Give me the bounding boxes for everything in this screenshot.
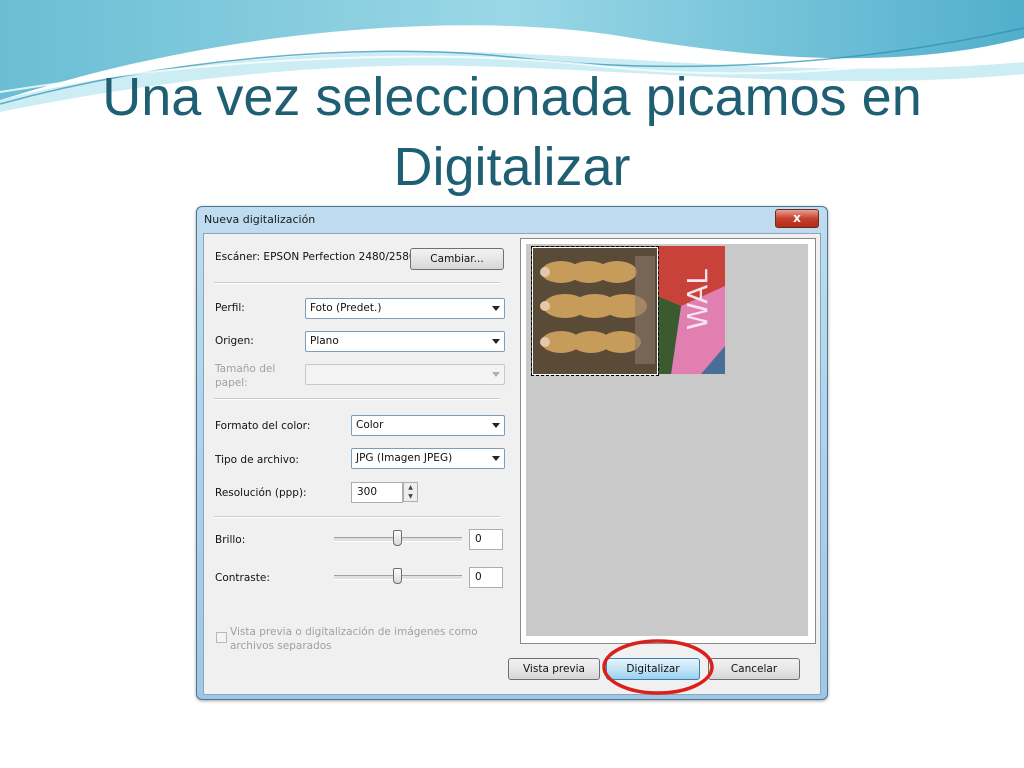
slide-title-line2: Digitalizar <box>393 137 631 197</box>
paper-size-label: Tamaño del papel: <box>215 363 276 389</box>
separate-files-label: Vista previa o digitalización de imágene… <box>230 626 478 652</box>
source-label: Origen: <box>215 335 254 347</box>
chevron-down-icon <box>492 372 500 377</box>
chevron-down-icon <box>492 306 500 311</box>
arrow-down-icon[interactable]: ▼ <box>404 492 417 501</box>
resolution-stepper[interactable]: ▲ ▼ <box>403 482 418 502</box>
crop-selection-box[interactable] <box>531 246 659 376</box>
chevron-down-icon <box>492 423 500 428</box>
source-select[interactable]: Plano <box>305 331 505 352</box>
preview-area[interactable]: WAL <box>520 238 816 644</box>
dialog-body: Escáner: EPSON Perfection 2480/2580 Camb… <box>203 233 821 695</box>
highlight-circle-annotation <box>602 639 714 695</box>
dialog-titlebar[interactable]: Nueva digitalización x <box>197 207 827 233</box>
arrow-up-icon[interactable]: ▲ <box>404 483 417 492</box>
contrast-input[interactable]: 0 <box>469 567 503 588</box>
contrast-slider[interactable] <box>393 568 402 584</box>
preview-button[interactable]: Vista previa <box>508 658 600 680</box>
profile-label: Perfil: <box>215 302 245 314</box>
contrast-label: Contraste: <box>215 572 270 584</box>
dialog-title: Nueva digitalización <box>204 213 316 226</box>
close-icon: x <box>793 211 801 225</box>
color-format-select[interactable]: Color <box>351 415 505 436</box>
separator <box>214 282 500 284</box>
color-format-label: Formato del color: <box>215 420 311 432</box>
file-type-select[interactable]: JPG (Imagen JPEG) <box>351 448 505 469</box>
profile-select[interactable]: Foto (Predet.) <box>305 298 505 319</box>
chevron-down-icon <box>492 456 500 461</box>
scanner-label: Escáner: EPSON Perfection 2480/2580 <box>215 251 416 263</box>
separate-files-checkbox[interactable] <box>216 632 227 643</box>
scanner-bed: WAL <box>526 244 808 636</box>
close-button[interactable]: x <box>775 209 819 228</box>
separator <box>214 398 500 400</box>
svg-text:WAL: WAL <box>681 269 714 330</box>
change-scanner-button[interactable]: Cambiar... <box>410 248 504 270</box>
resolution-input[interactable]: 300 <box>351 482 403 503</box>
slide-title-line1: Una vez seleccionada picamos en <box>102 67 922 127</box>
resolution-label: Resolución (ppp): <box>215 487 307 499</box>
cancel-button[interactable]: Cancelar <box>708 658 800 680</box>
slide-title: Una vez seleccionada picamos en Digitali… <box>0 62 1024 202</box>
file-type-label: Tipo de archivo: <box>215 454 299 466</box>
chevron-down-icon <box>492 339 500 344</box>
separator <box>214 516 500 518</box>
brightness-input[interactable]: 0 <box>469 529 503 550</box>
paper-size-select <box>305 364 505 385</box>
brightness-label: Brillo: <box>215 534 246 546</box>
brightness-slider[interactable] <box>393 530 402 546</box>
scan-dialog: Nueva digitalización x Escáner: EPSON Pe… <box>196 206 828 700</box>
